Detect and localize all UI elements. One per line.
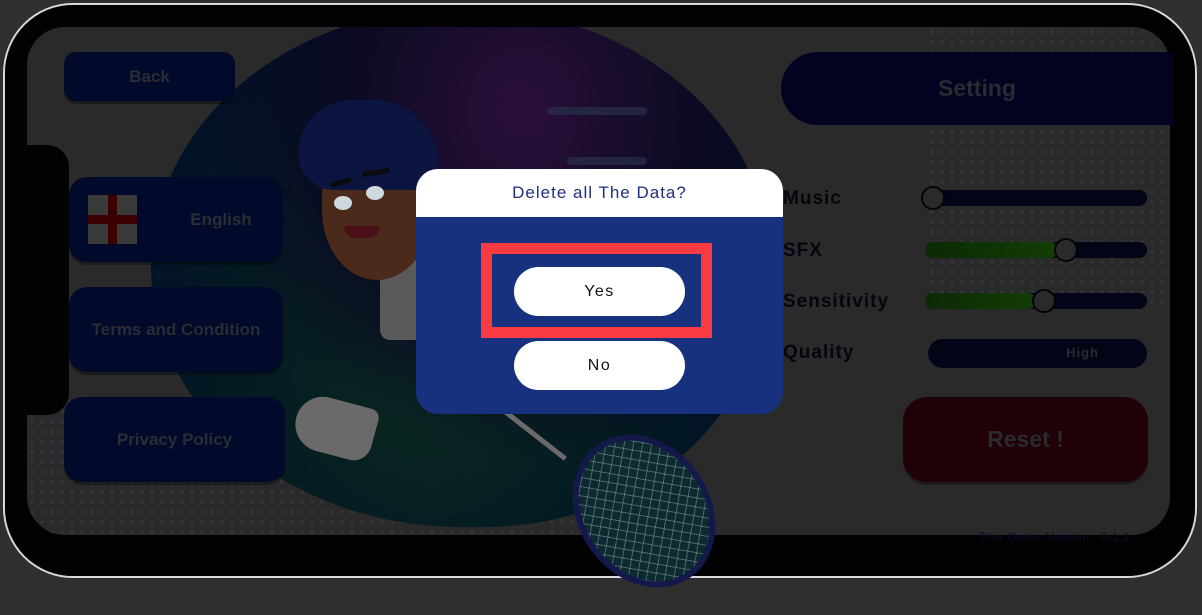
dialog-title: Delete all The Data? [512, 183, 687, 202]
reset-button[interactable]: Reset ! [903, 397, 1148, 482]
sfx-slider-thumb[interactable] [1054, 238, 1079, 262]
light-streak [547, 107, 647, 115]
sfx-slider[interactable] [925, 238, 1147, 262]
music-label: Music [783, 188, 842, 209]
settings-title-banner: Setting [781, 52, 1173, 125]
camera-notch [5, 145, 69, 415]
dialog-header: Delete all The Data? [416, 169, 783, 217]
character-eye [334, 196, 352, 210]
sfx-label: SFX [783, 240, 823, 261]
reset-label: Reset ! [987, 426, 1064, 452]
sensitivity-label: Sensitivity [783, 291, 890, 312]
sensitivity-slider-fill [925, 293, 1036, 309]
england-flag-icon [88, 195, 137, 244]
character-eye [366, 186, 384, 200]
no-button[interactable]: No [514, 341, 685, 390]
terms-label: Terms and Condition [91, 319, 261, 339]
chevron-down-icon: ⌄ [1122, 343, 1133, 358]
yes-button-highlight-box [481, 243, 712, 338]
sfx-slider-fill [925, 242, 1059, 258]
no-label: No [587, 356, 612, 374]
music-slider[interactable] [921, 186, 1147, 210]
light-streak [567, 157, 647, 165]
music-slider-thumb[interactable] [921, 186, 945, 210]
sensitivity-slider-thumb[interactable] [1032, 289, 1056, 313]
language-label: English [190, 209, 252, 229]
privacy-policy-button[interactable]: Privacy Policy [64, 397, 285, 482]
back-button-label: Back [129, 66, 170, 86]
settings-title: Setting [938, 75, 1016, 101]
quality-label: Quality [783, 342, 855, 363]
back-button[interactable]: Back [64, 52, 235, 101]
terms-and-condition-button[interactable]: Terms and Condition [69, 287, 283, 372]
quality-dropdown[interactable]: High ⌄ [928, 339, 1147, 368]
privacy-label: Privacy Policy [116, 429, 233, 449]
quality-value: High [1066, 345, 1099, 360]
sensitivity-slider[interactable] [925, 289, 1147, 313]
game-version-text: This Game Version : 0.1.1 [979, 530, 1131, 544]
